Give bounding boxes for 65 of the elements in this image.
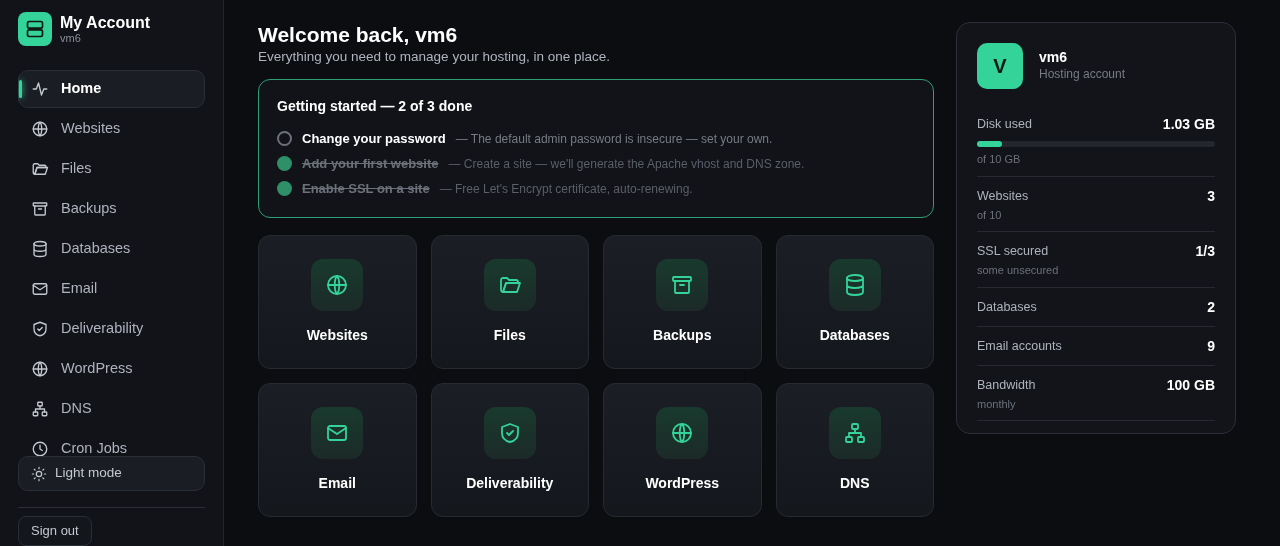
sun-icon bbox=[31, 465, 47, 482]
task-note: — The default admin password is insecure — set your own. bbox=[455, 130, 773, 148]
stat-value: 2 bbox=[1207, 297, 1215, 317]
stat-value: 1/3 bbox=[1195, 242, 1215, 261]
account-type: Hosting account bbox=[1039, 66, 1126, 84]
task-title[interactable]: Change your password bbox=[302, 129, 446, 149]
nav-item[interactable]: WordPress bbox=[18, 350, 205, 388]
service-tile[interactable]: Email bbox=[258, 383, 417, 518]
stat-label: Websites bbox=[977, 187, 1029, 205]
database-icon bbox=[31, 240, 49, 258]
avatar: V bbox=[977, 43, 1023, 89]
account-name: vm6 bbox=[1039, 48, 1069, 66]
nav-item[interactable]: DNS bbox=[18, 390, 205, 428]
stat-note: of 10 bbox=[977, 207, 1003, 223]
stat-label: Databases bbox=[977, 298, 1037, 316]
stat-label: Disk used bbox=[977, 116, 1032, 134]
globe-icon bbox=[31, 360, 49, 378]
server-logo-icon bbox=[18, 12, 52, 46]
service-tile[interactable]: Websites bbox=[258, 235, 417, 370]
globe-icon bbox=[670, 420, 695, 445]
mail-icon bbox=[31, 280, 49, 298]
page-heading: Welcome back, vm6 bbox=[258, 22, 459, 48]
stat-label: Email accounts bbox=[977, 337, 1062, 355]
task-note: — Free Let's Encrypt certificate, auto-renewing. bbox=[439, 180, 693, 198]
nav-item[interactable]: Home bbox=[18, 70, 205, 108]
nav-item[interactable]: Cron Jobs bbox=[18, 430, 205, 456]
task-title[interactable]: Add your first website bbox=[302, 154, 439, 174]
stat-note: of 10 GB bbox=[977, 152, 1022, 167]
network-icon bbox=[31, 400, 49, 418]
service-tile[interactable]: Databases bbox=[775, 235, 934, 370]
pulse-icon bbox=[31, 80, 49, 98]
card-title: Getting started — 2 of 3 done bbox=[277, 97, 474, 117]
stat-value: 9 bbox=[1207, 336, 1215, 356]
light-mode-button[interactable]: Light mode bbox=[18, 456, 205, 491]
account-name: vm6 bbox=[60, 31, 82, 44]
stat-label: SSL secured bbox=[977, 243, 1049, 261]
service-tile[interactable]: Deliverability bbox=[430, 383, 589, 518]
shield-check-icon bbox=[31, 320, 49, 338]
globe-icon bbox=[31, 120, 49, 138]
archive-icon bbox=[31, 200, 49, 218]
clock-icon bbox=[31, 440, 49, 456]
nav-item[interactable]: Deliverability bbox=[18, 310, 205, 348]
network-icon bbox=[842, 420, 867, 445]
stat-value: 100 GB bbox=[1166, 375, 1215, 395]
service-tile[interactable]: WordPress bbox=[603, 383, 762, 518]
sign-out-button[interactable]: Sign out bbox=[18, 516, 92, 546]
nav-item[interactable]: Databases bbox=[18, 230, 205, 268]
stat-note: monthly bbox=[977, 396, 1017, 412]
brand-title: My Account bbox=[60, 14, 151, 32]
nav-item[interactable]: Email bbox=[18, 270, 205, 308]
nav-item[interactable]: Websites bbox=[18, 110, 205, 148]
service-tile[interactable]: Files bbox=[430, 235, 589, 370]
service-tile[interactable]: Backups bbox=[603, 235, 762, 370]
stat-value: 1.03 GB bbox=[1162, 115, 1215, 134]
stat-value: 3 bbox=[1207, 186, 1215, 206]
globe-icon bbox=[325, 272, 350, 297]
stat-note: some unsecured bbox=[977, 263, 1060, 278]
page-subheading: Everything you need to manage your hosting, in one place. bbox=[258, 48, 611, 67]
folder-icon bbox=[31, 160, 49, 178]
task-title[interactable]: Enable SSL on a site bbox=[302, 179, 430, 199]
nav-item[interactable]: Files bbox=[18, 150, 205, 188]
nav-item[interactable]: Backups bbox=[18, 190, 205, 228]
service-tile[interactable]: DNS bbox=[775, 383, 934, 518]
stat-label: Bandwidth bbox=[977, 376, 1036, 394]
task-note: — Create a site — we'll generate the Apache vhost and DNS zone. bbox=[448, 155, 805, 173]
